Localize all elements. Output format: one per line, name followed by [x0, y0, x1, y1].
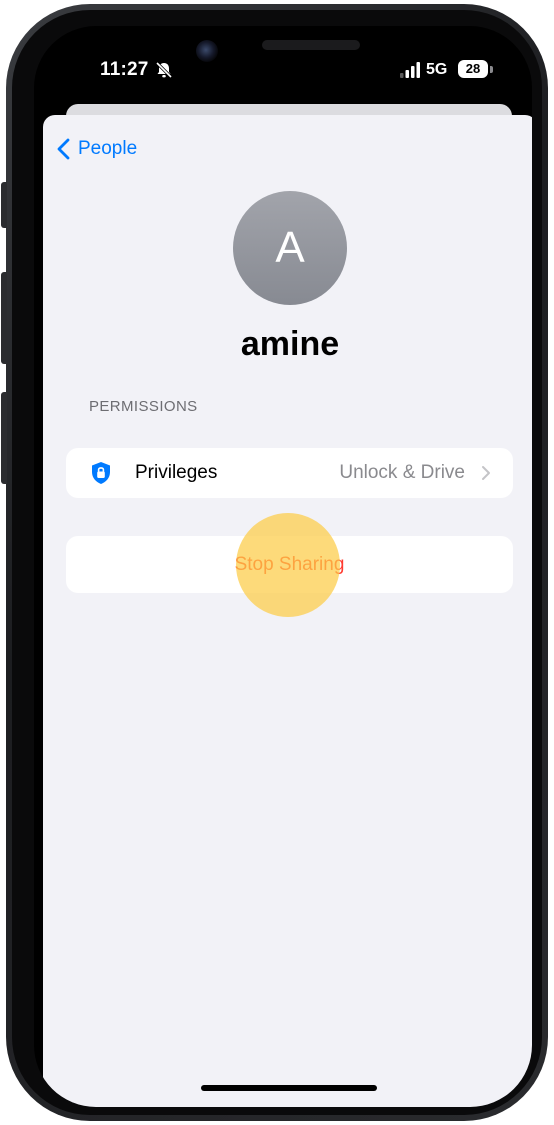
section-header-permissions: PERMISSIONS	[89, 398, 198, 415]
volume-down-button	[1, 392, 7, 484]
status-time: 11:27	[100, 59, 149, 80]
shield-lock-icon	[92, 462, 110, 484]
action-button	[1, 182, 7, 228]
battery-tip	[490, 66, 493, 73]
back-label: People	[78, 138, 138, 159]
person-name: amine	[240, 325, 340, 363]
front-camera	[196, 40, 218, 62]
chevron-left-icon	[57, 138, 70, 160]
person-sheet: People A amine PERMISSIONS Privileges Un…	[43, 115, 532, 1107]
home-indicator[interactable]	[201, 1085, 377, 1091]
screen: 11:27 5G 28 People A amine PERMISSIONS P…	[34, 26, 532, 1107]
cellular-signal-icon	[400, 62, 420, 78]
battery-indicator: 28	[458, 60, 488, 78]
privileges-value: Unlock & Drive	[339, 462, 465, 483]
phone-frame: 11:27 5G 28 People A amine PERMISSIONS P…	[1, 4, 548, 1121]
stop-sharing-button[interactable]: Stop Sharing	[66, 536, 513, 593]
back-button[interactable]: People	[57, 135, 137, 163]
privileges-row[interactable]: Privileges Unlock & Drive	[66, 448, 513, 498]
stop-sharing-label: Stop Sharing	[234, 554, 345, 575]
bell-slash-icon	[155, 61, 173, 79]
avatar: A	[233, 191, 347, 305]
network-type: 5G	[426, 61, 448, 78]
speaker-grille	[262, 40, 360, 50]
chevron-right-icon	[482, 466, 490, 480]
volume-up-button	[1, 272, 7, 364]
privileges-label: Privileges	[135, 462, 218, 483]
